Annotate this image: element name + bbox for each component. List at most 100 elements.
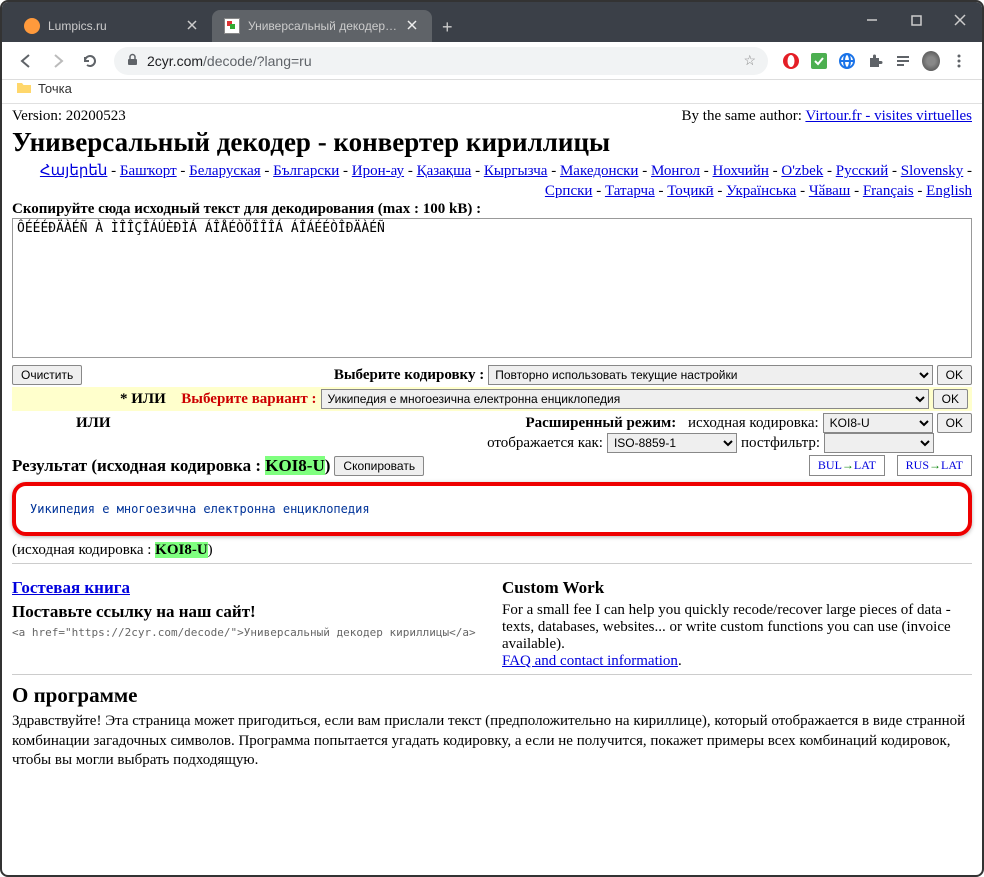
display-as-label: отображается как: (487, 435, 603, 452)
lang-link[interactable]: Монгол (651, 163, 700, 179)
rus-lat-button[interactable]: RUS→LAT (897, 455, 972, 476)
lang-link[interactable]: Башҡорт (120, 163, 177, 179)
lock-icon (126, 53, 139, 69)
clear-button[interactable]: Очистить (12, 365, 82, 385)
tab-title: Lumpics.ru (48, 19, 180, 33)
divider (12, 563, 972, 564)
favicon-icon (24, 18, 40, 34)
url-path: /decode/?lang=ru (203, 53, 312, 69)
source-encoding-select[interactable]: KOI8-U (823, 413, 933, 433)
choose-variant-label: Выберите вариант : (181, 391, 316, 408)
language-links: Հայերեն - Башҡорт - Беларуская - Българс… (12, 162, 972, 201)
bookmark-folder[interactable]: Точка (16, 80, 72, 97)
page-title: Универсальный декодер - конвертер кирилл… (12, 127, 972, 158)
lang-link[interactable]: Кыргызча (484, 163, 548, 179)
info-columns: Гостевая книга Поставьте ссылку на наш с… (12, 574, 972, 670)
select-encoding-label: Выберите кодировку : (334, 367, 484, 384)
back-button[interactable] (10, 45, 42, 77)
folder-icon (16, 80, 32, 97)
lang-link[interactable]: English (926, 183, 972, 199)
lang-link[interactable]: Ирон-ау (352, 163, 404, 179)
lang-link[interactable]: Нохчийн (713, 163, 769, 179)
postfilter-select[interactable] (824, 433, 934, 453)
custom-work-title: Custom Work (502, 578, 972, 598)
profile-avatar[interactable] (922, 52, 940, 70)
lang-link[interactable]: Татарча (605, 183, 655, 199)
by-author: By the same author: Virtour.fr - visites… (682, 108, 972, 125)
lang-link[interactable]: Македонски (560, 163, 639, 179)
lang-link[interactable]: Српски (545, 183, 593, 199)
link-us-label: Поставьте ссылку на наш сайт! (12, 602, 482, 622)
close-tab-icon[interactable] (406, 19, 420, 33)
result-output: Уикипедия е многоезична електронна енцик… (12, 482, 972, 536)
new-tab-button[interactable]: + (432, 13, 463, 42)
custom-work-text: For a small fee I can help you quickly r… (502, 602, 972, 653)
tab-lumpics[interactable]: Lumpics.ru (12, 10, 212, 42)
tab-decoder[interactable]: Универсальный декодер - конв (212, 10, 432, 42)
ok-button-1[interactable]: OK (937, 365, 972, 385)
or-label: * ИЛИ (120, 391, 166, 408)
reload-button[interactable] (74, 45, 106, 77)
guestbook-link[interactable]: Гостевая книга (12, 578, 130, 597)
postfilter-label: постфильтр: (741, 435, 820, 452)
virtour-link[interactable]: Virtour.fr - visites virtuelles (805, 108, 972, 124)
lang-link[interactable]: Български (273, 163, 339, 179)
extension-opera-icon[interactable] (782, 52, 800, 70)
menu-icon[interactable] (950, 52, 968, 70)
forward-button[interactable] (42, 45, 74, 77)
variant-select[interactable]: Уикипедия е многоезична електронна енцик… (321, 389, 929, 409)
close-button[interactable] (938, 2, 982, 38)
source-text-input[interactable] (12, 218, 972, 358)
display-as-select[interactable]: ISO-8859-1 (607, 433, 737, 453)
maximize-button[interactable] (894, 2, 938, 38)
lang-link[interactable]: Қазақша (417, 163, 472, 179)
source-encoding-repeat: (исходная кодировка : KOI8-U) (12, 542, 972, 559)
minimize-button[interactable] (850, 2, 894, 38)
divider (12, 674, 972, 675)
extensions-puzzle-icon[interactable] (866, 52, 884, 70)
ok-button-2[interactable]: OK (933, 389, 968, 409)
copy-button[interactable]: Скопировать (334, 456, 424, 476)
about-title: О программе (12, 683, 972, 708)
lang-link[interactable]: Slovensky (901, 163, 964, 179)
title-bar: Lumpics.ru Универсальный декодер - конв … (2, 2, 982, 74)
bul-lat-button[interactable]: BUL→LAT (809, 455, 885, 476)
advanced-label: Расширенный режим: (525, 415, 676, 432)
extension-check-icon[interactable] (810, 52, 828, 70)
about-text: Здравствуйте! Эта страница может пригоди… (12, 712, 972, 771)
browser-window: Lumpics.ru Универсальный декодер - конв … (0, 0, 984, 877)
lang-link[interactable]: Українська (726, 183, 796, 199)
lang-link[interactable]: Беларуская (189, 163, 261, 179)
url-input[interactable]: 2cyr.com/decode/?lang=ru ☆ (114, 47, 768, 75)
url-host: 2cyr.com (147, 53, 203, 69)
source-enc-label: исходная кодировка: (688, 415, 819, 432)
tab-title: Универсальный декодер - конв (248, 19, 400, 33)
result-label: Результат (исходная кодировка : KOI8-U) (12, 456, 330, 476)
paste-label: Скопируйте сюда исходный текст для декод… (12, 201, 972, 218)
or-label-2: ИЛИ (76, 415, 111, 432)
window-controls (850, 2, 982, 38)
tab-strip: Lumpics.ru Универсальный декодер - конв … (2, 2, 982, 42)
close-tab-icon[interactable] (186, 19, 200, 33)
link-us-code: <a href="https://2cyr.com/decode/">Униве… (12, 626, 482, 639)
bookmark-label: Точка (38, 81, 72, 96)
lang-link[interactable]: Français (863, 183, 914, 199)
reading-list-icon[interactable] (894, 52, 912, 70)
lang-link[interactable]: Тоҷикӣ (667, 183, 713, 199)
extensions-area (776, 52, 974, 70)
lang-link[interactable]: Чӑваш (809, 183, 851, 199)
lang-link[interactable]: Русский (836, 163, 889, 179)
guestbook-col: Гостевая книга Поставьте ссылку на наш с… (12, 574, 482, 670)
address-bar: 2cyr.com/decode/?lang=ru ☆ (2, 42, 982, 80)
bookmark-star-icon[interactable]: ☆ (743, 52, 756, 69)
custom-work-col: Custom Work For a small fee I can help y… (502, 574, 972, 670)
favicon-icon (224, 18, 240, 34)
extension-globe-icon[interactable] (838, 52, 856, 70)
faq-link[interactable]: FAQ and contact information (502, 653, 678, 669)
lang-link[interactable]: Հայերեն (40, 163, 107, 179)
lang-link[interactable]: O'zbek (781, 163, 823, 179)
encoding-select[interactable]: Повторно использовать текущие настройки (488, 365, 932, 385)
version-text: Version: 20200523 (12, 108, 126, 125)
page-content: Version: 20200523 By the same author: Vi… (2, 104, 982, 837)
ok-button-3[interactable]: OK (937, 413, 972, 433)
